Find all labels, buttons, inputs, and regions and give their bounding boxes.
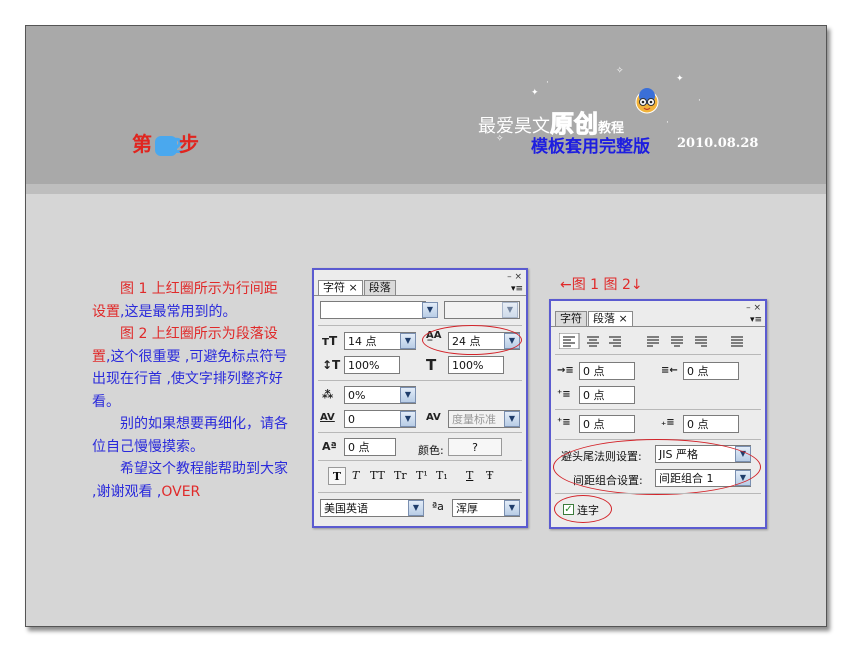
- color-swatch[interactable]: ?: [448, 438, 502, 456]
- chevron-down-icon[interactable]: ▼: [400, 411, 416, 427]
- font-family-field[interactable]: [320, 301, 426, 319]
- highlight-circle: [553, 439, 761, 495]
- color-label: 颜色:: [418, 444, 444, 457]
- divider: [318, 492, 522, 493]
- space-after-icon: ₊≡: [661, 417, 675, 428]
- faux-italic-button[interactable]: T: [352, 469, 359, 482]
- indent-first-line-field[interactable]: 0 点: [579, 386, 635, 404]
- tracking-icon: AV: [426, 412, 441, 423]
- horizontal-scale-field[interactable]: 100%: [448, 356, 504, 374]
- panel-menu-icon[interactable]: ▾≡: [750, 315, 762, 325]
- slide: 第 12步 ✦ · ✧ ✦ · ✧ ✦ · 最爱昊文原创教程 模板套用完整版 20…: [25, 25, 827, 627]
- sparkle-icon: ·: [698, 96, 701, 106]
- sparkle-icon: ·: [546, 78, 549, 88]
- divider: [555, 493, 761, 494]
- indent-left-icon: →≡: [557, 365, 574, 376]
- chevron-down-icon[interactable]: ▼: [504, 411, 520, 427]
- superscript-button[interactable]: T¹: [416, 469, 428, 482]
- subscript-button[interactable]: T₁: [436, 469, 448, 482]
- tab-paragraph[interactable]: 段落: [363, 280, 396, 295]
- step-number: 12: [155, 134, 185, 158]
- panel-window-controls[interactable]: – ×: [746, 303, 761, 313]
- font-size-icon: ᴛT: [322, 334, 338, 348]
- chevron-down-icon[interactable]: ▼: [408, 500, 424, 516]
- chevron-down-icon[interactable]: ▼: [400, 387, 416, 403]
- baseline-shift-icon: Aª: [322, 440, 337, 453]
- kerning-icon: AV: [320, 412, 335, 423]
- sparkle-icon: ✦: [531, 88, 539, 98]
- vertical-scale-icon: ↕T: [322, 358, 341, 372]
- alignment-buttons: [559, 333, 743, 349]
- tab-character[interactable]: 字符 ×: [318, 280, 363, 295]
- divider: [555, 409, 761, 410]
- divider: [318, 432, 522, 433]
- panel-menu-icon[interactable]: ▾≡: [511, 284, 523, 294]
- highlight-circle: [554, 495, 612, 523]
- divider: [318, 460, 522, 461]
- faux-bold-button[interactable]: T: [328, 467, 346, 485]
- strikethrough-button[interactable]: Ŧ: [486, 469, 493, 482]
- figure-captions: ←图 1 图 2↓: [560, 277, 643, 293]
- tab-divider: [551, 326, 765, 327]
- tsume-icon: ⁂: [322, 388, 334, 401]
- highlight-circle: [422, 325, 522, 355]
- tab-divider: [314, 295, 526, 296]
- step-title: 第 12步: [132, 132, 200, 158]
- divider: [318, 380, 522, 381]
- banner-divider: [26, 184, 826, 194]
- chevron-down-icon[interactable]: ▼: [422, 302, 438, 318]
- space-before-field[interactable]: 0 点: [579, 415, 635, 433]
- tab-character[interactable]: 字符: [555, 311, 587, 326]
- baseline-shift-field[interactable]: 0 点: [344, 438, 396, 456]
- release-date: 2010.08.28: [677, 136, 759, 151]
- instruction-text: 图 1 上红圈所示为行间距设置,这是最常用到的。 图 2 上红圈所示为段落设置,…: [92, 281, 288, 500]
- tab-paragraph[interactable]: 段落 ×: [588, 311, 633, 326]
- paragraph-panel: – × 字符 段落 × ▾≡ →≡ 0 点 ≡← 0 点 ⁺≡ 0 点 ⁺≡ 0…: [549, 299, 767, 529]
- character-panel: – × 字符 × 段落 ▾≡ ▼ ▼ ᴛT 14 点 ▼ A̲A 24 点 ▼ …: [312, 268, 528, 528]
- sparkle-icon: ·: [666, 118, 669, 128]
- chevron-down-icon[interactable]: ▼: [502, 302, 518, 318]
- mascot-icon: [635, 88, 659, 114]
- indent-right-field[interactable]: 0 点: [683, 362, 739, 380]
- space-before-icon: ⁺≡: [557, 417, 571, 428]
- vertical-scale-field[interactable]: 100%: [344, 356, 400, 374]
- indent-first-line-icon: ⁺≡: [557, 389, 571, 400]
- underline-button[interactable]: T: [466, 469, 473, 482]
- space-after-field[interactable]: 0 点: [683, 415, 739, 433]
- chevron-down-icon[interactable]: ▼: [504, 500, 520, 516]
- template-subtitle: 模板套用完整版: [531, 137, 650, 157]
- divider: [555, 354, 761, 355]
- indent-right-icon: ≡←: [661, 365, 678, 376]
- all-caps-button[interactable]: TT: [370, 469, 385, 482]
- header-banner: 第 12步 ✦ · ✧ ✦ · ✧ ✦ · 最爱昊文原创教程 模板套用完整版 20…: [26, 26, 826, 184]
- antialias-icon: ªa: [432, 500, 444, 513]
- panel-window-controls[interactable]: – ×: [507, 272, 522, 282]
- chevron-down-icon[interactable]: ▼: [400, 333, 416, 349]
- indent-left-field[interactable]: 0 点: [579, 362, 635, 380]
- small-caps-button[interactable]: Tr: [394, 469, 407, 482]
- sparkle-icon: ✦: [676, 74, 684, 84]
- horizontal-scale-icon: T: [426, 356, 437, 374]
- sparkle-icon: ✧: [616, 66, 624, 76]
